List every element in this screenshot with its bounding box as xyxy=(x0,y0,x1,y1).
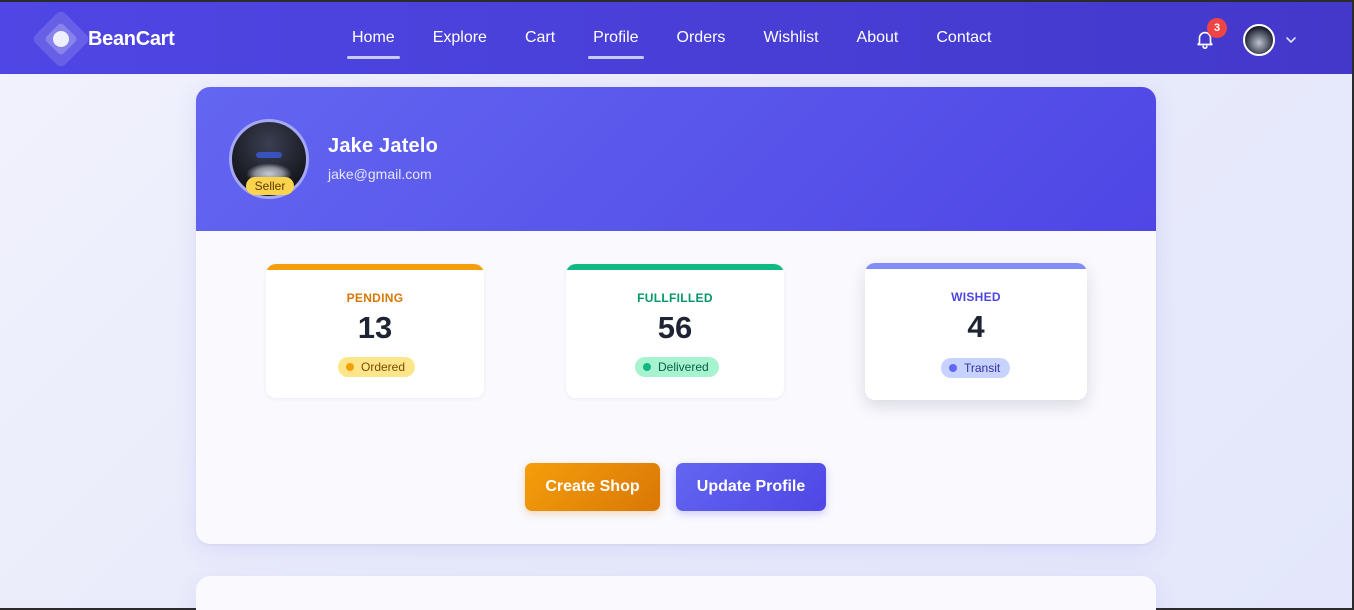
status-badge: Delivered xyxy=(635,357,719,377)
status-text: Transit xyxy=(964,361,1001,375)
stat-label: WISHED xyxy=(951,290,1001,304)
nav-link-cart[interactable]: Cart xyxy=(506,2,574,74)
status-dot-icon xyxy=(346,363,354,371)
stat-accent-bar xyxy=(865,263,1087,269)
brand-name: BeanCart xyxy=(88,27,175,50)
brand[interactable]: BeanCart xyxy=(30,8,175,70)
stat-card-wished[interactable]: WISHED 4 Transit xyxy=(865,263,1087,400)
status-text: Ordered xyxy=(361,360,406,374)
status-dot-icon xyxy=(643,363,651,371)
seller-badge: Seller xyxy=(246,177,294,195)
stat-value: 13 xyxy=(357,310,393,345)
notification-badge: 3 xyxy=(1207,18,1227,38)
profile-header: Seller Jake Jatelo jake@gmail.com xyxy=(196,87,1156,231)
profile-card: Seller Jake Jatelo jake@gmail.com PENDIN… xyxy=(196,87,1156,544)
nav-link-contact[interactable]: Contact xyxy=(917,2,1010,74)
stat-accent-bar xyxy=(566,264,784,270)
profile-email: jake@gmail.com xyxy=(328,166,432,182)
stat-value: 4 xyxy=(967,309,985,344)
status-badge: Ordered xyxy=(338,357,416,377)
user-avatar[interactable] xyxy=(1243,24,1275,56)
status-dot-icon xyxy=(949,364,957,372)
stat-label: FULLFILLED xyxy=(637,291,713,305)
nav-link-wishlist[interactable]: Wishlist xyxy=(744,2,837,74)
top-navbar: BeanCart Home Explore Cart Profile Order… xyxy=(0,0,1352,74)
stat-value: 56 xyxy=(657,310,693,345)
nav-link-orders[interactable]: Orders xyxy=(658,2,745,74)
nav-link-about[interactable]: About xyxy=(838,2,918,74)
nav-link-profile[interactable]: Profile xyxy=(574,2,657,74)
stat-accent-bar xyxy=(266,264,484,270)
create-shop-button[interactable]: Create Shop xyxy=(525,463,660,511)
secondary-card xyxy=(196,576,1156,610)
nav-link-home[interactable]: Home xyxy=(333,2,414,74)
profile-name: Jake Jatelo xyxy=(328,135,439,157)
stat-card-pending[interactable]: PENDING 13 Ordered xyxy=(266,264,484,398)
chevron-down-icon[interactable] xyxy=(1284,33,1298,47)
update-profile-button[interactable]: Update Profile xyxy=(676,463,826,511)
nav-link-explore[interactable]: Explore xyxy=(414,2,506,74)
stat-card-fulfilled[interactable]: FULLFILLED 56 Delivered xyxy=(566,264,784,398)
status-text: Delivered xyxy=(658,360,709,374)
stat-label: PENDING xyxy=(346,291,404,305)
logo-icon xyxy=(30,8,92,70)
status-badge: Transit xyxy=(941,358,1011,378)
main-nav: Home Explore Cart Profile Orders Wishlis… xyxy=(333,2,1011,74)
